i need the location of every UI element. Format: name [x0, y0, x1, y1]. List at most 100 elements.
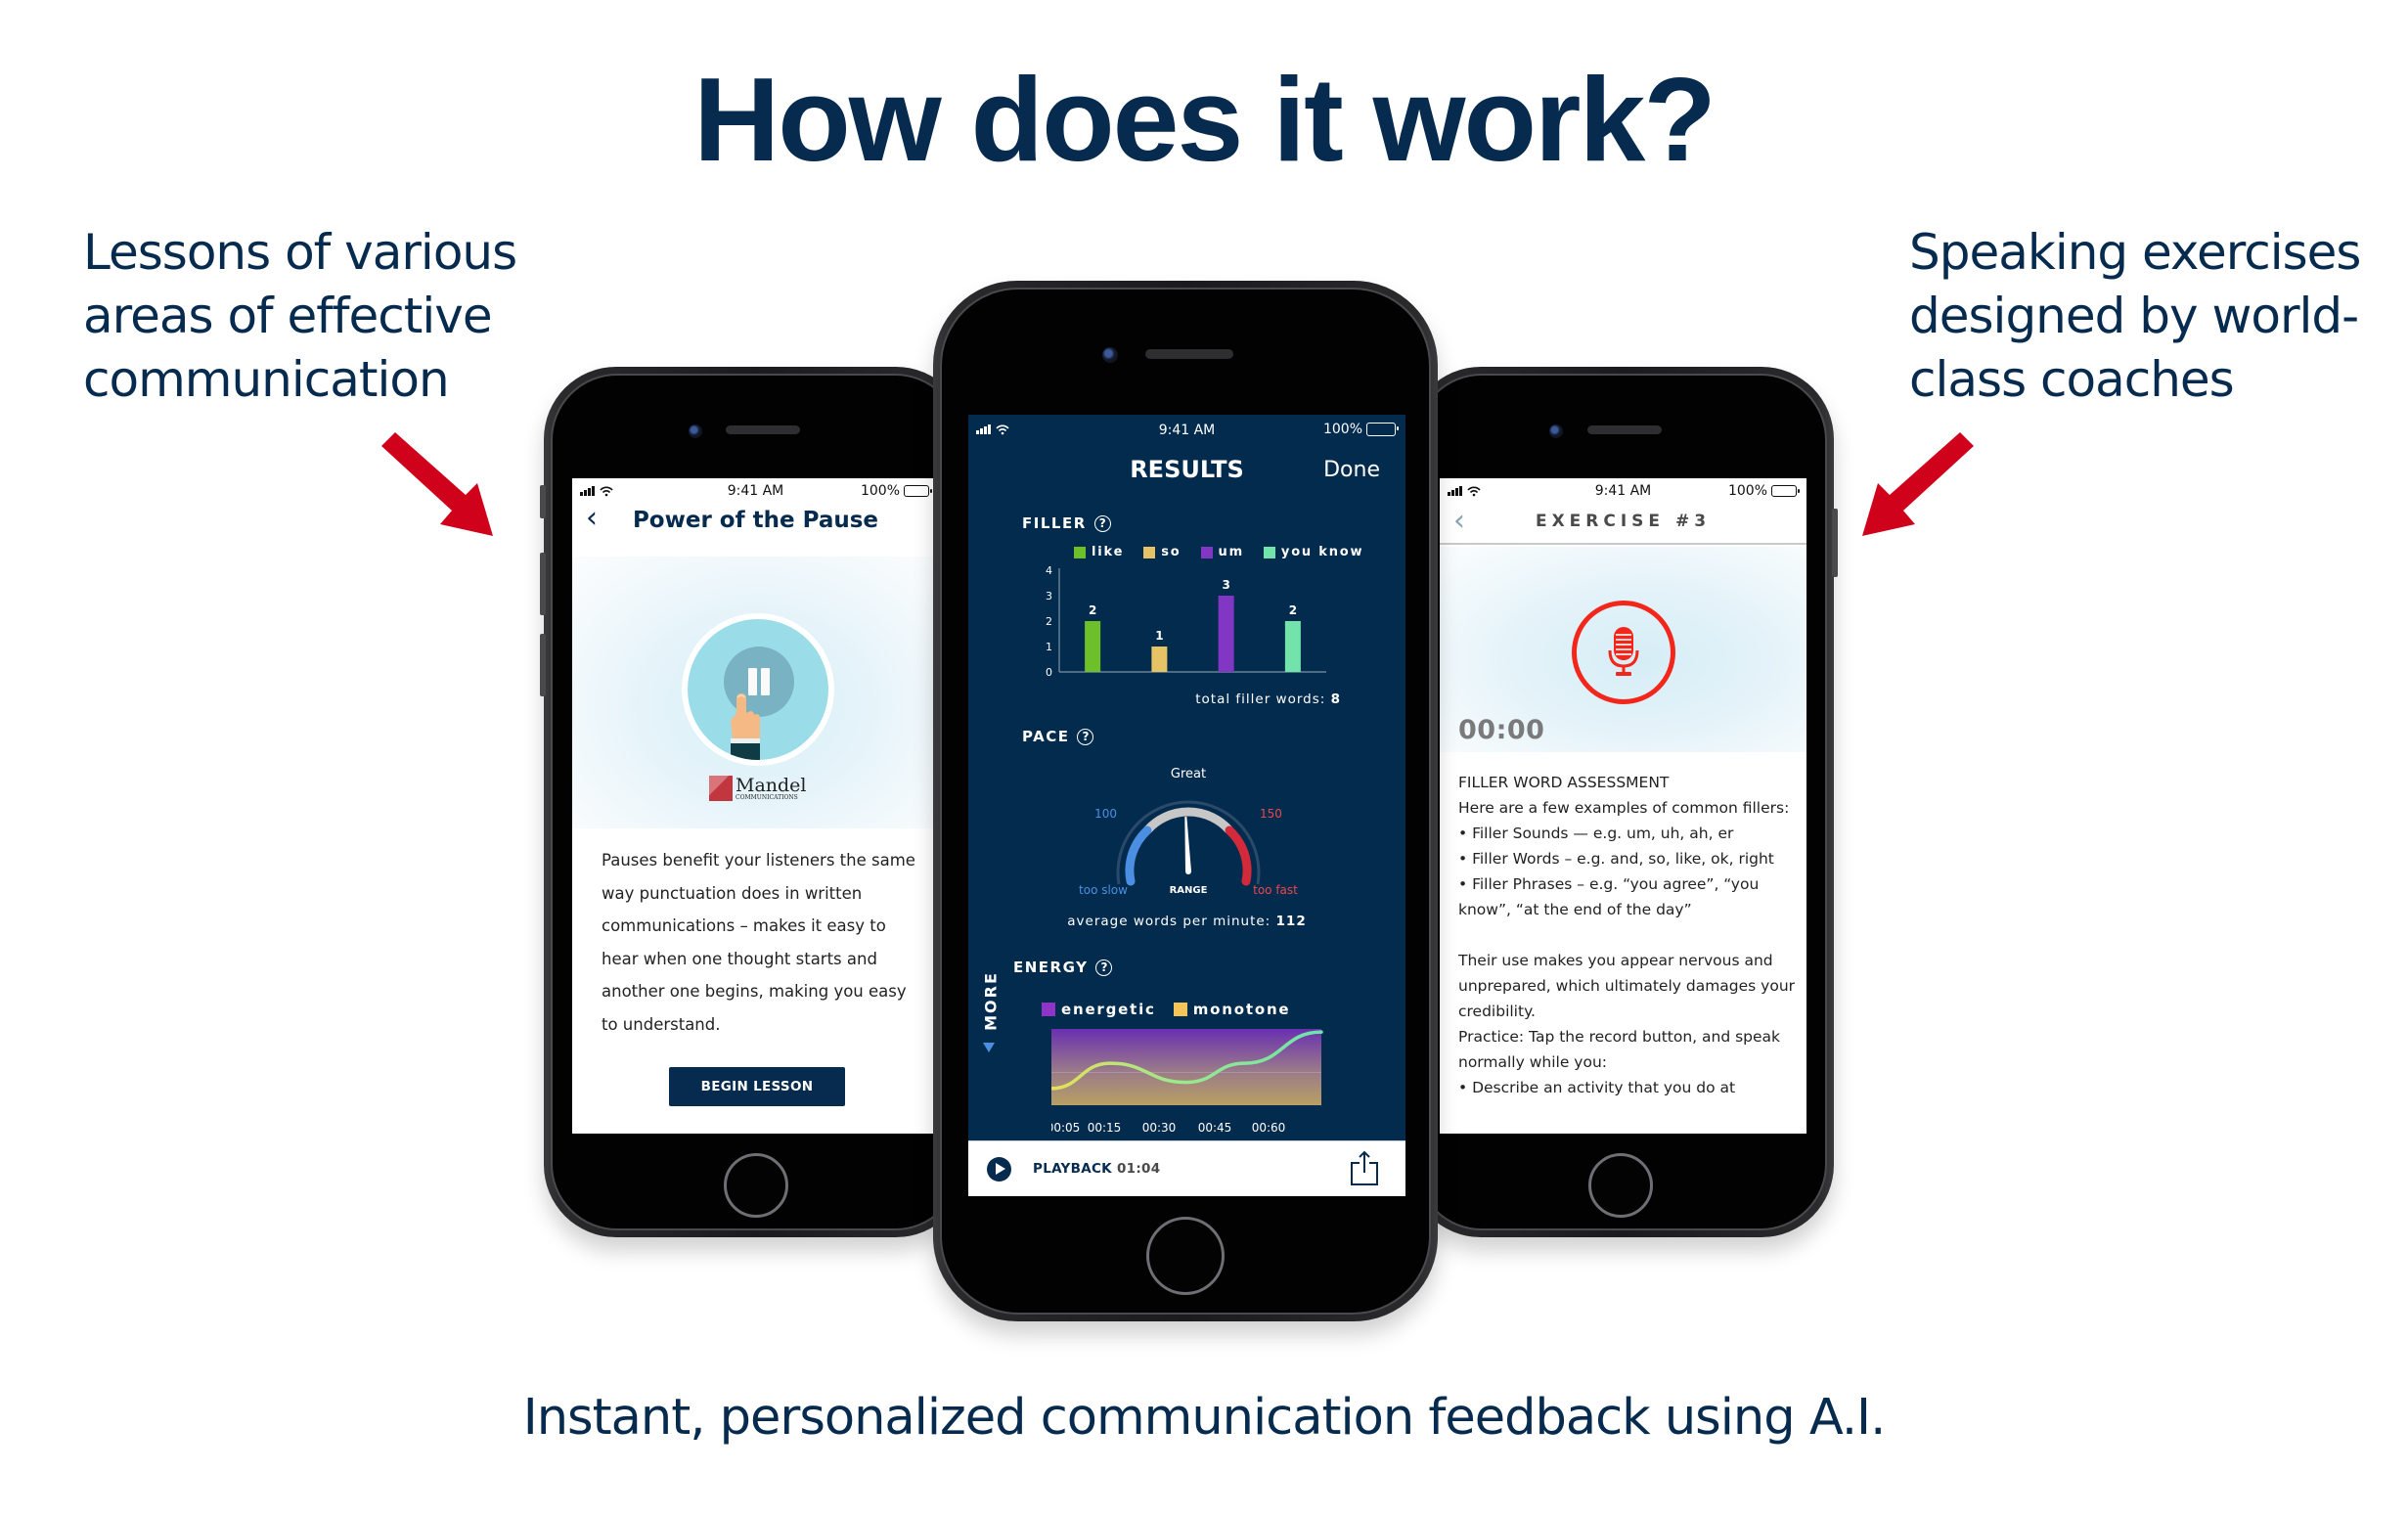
lesson-screen: 9:41 AM 100% ‹ Power of the Pause Mandel	[572, 478, 939, 1134]
begin-lesson-button[interactable]: BEGIN LESSON	[669, 1067, 845, 1106]
total-filler-label: total filler words:	[1195, 692, 1326, 707]
exercise-hero: 00:00	[1440, 547, 1806, 752]
gauge-range-label: RANGE	[1170, 885, 1208, 896]
pointing-hand-icon	[731, 693, 760, 760]
legend-label: monotone	[1192, 1001, 1291, 1018]
battery: 100%	[861, 483, 932, 499]
legend-swatch	[1143, 546, 1156, 558]
legend-swatch	[1042, 1003, 1055, 1016]
left-callout-line: Lessons of various	[83, 224, 517, 281]
legend-swatch	[1173, 1003, 1187, 1016]
legend-label: energetic	[1061, 1001, 1156, 1018]
arrow-down-right-icon	[381, 432, 493, 536]
logo-subtitle: COMMUNICATIONS	[736, 793, 798, 801]
legend-item-energetic: energetic	[1042, 1001, 1156, 1018]
volume-up-button	[540, 553, 546, 615]
help-icon[interactable]: ?	[1093, 514, 1111, 532]
recording-timer: 00:00	[1458, 715, 1545, 745]
legend-swatch	[1263, 546, 1275, 558]
caption: Instant, personalized communication feed…	[522, 1389, 1887, 1447]
record-button[interactable]	[1572, 601, 1675, 704]
battery: 100%	[1323, 422, 1399, 437]
speaker-grille	[1145, 349, 1233, 359]
home-button[interactable]	[1588, 1153, 1653, 1218]
speaker-grille	[726, 425, 800, 434]
page-title: How does it work?	[693, 53, 1717, 186]
gauge-too-slow: too slow	[1079, 883, 1128, 897]
lesson-title: Power of the Pause	[632, 508, 879, 533]
filler-label: FILLER	[1022, 514, 1087, 532]
battery-icon	[904, 485, 932, 497]
home-button[interactable]	[1146, 1217, 1225, 1295]
energy-line-chart: 00:05 00:15 00:30 00:45 00:60	[1051, 1029, 1323, 1135]
caret-down-icon	[983, 1043, 995, 1052]
energy-label: ENERGY	[1013, 959, 1089, 976]
home-button[interactable]	[724, 1153, 788, 1218]
filler-section-label: FILLER ?	[1022, 514, 1111, 532]
help-icon[interactable]: ?	[1077, 728, 1094, 745]
gauge-too-fast: too fast	[1253, 883, 1298, 897]
instructions-intro: Here are a few examples of common filler…	[1458, 799, 1790, 817]
legend-label: you know	[1280, 545, 1364, 559]
play-button[interactable]	[987, 1157, 1011, 1182]
y-tick-label: 3	[1046, 590, 1052, 602]
y-tick-label: 1	[1046, 641, 1052, 653]
bar-um	[1218, 596, 1234, 672]
side-button	[540, 485, 546, 518]
bar-value-label: 2	[1289, 603, 1297, 617]
gauge-high-value: 150	[1260, 807, 1282, 821]
share-icon[interactable]	[1350, 1149, 1379, 1186]
instructions-practice: Practice: Tap the record button, and spe…	[1458, 1028, 1781, 1071]
left-callout-line: communication	[83, 351, 450, 408]
legend-item: like	[1074, 545, 1124, 559]
battery-icon	[1771, 485, 1800, 497]
power-button	[1832, 509, 1838, 577]
lesson-hero: Mandel COMMUNICATIONS	[572, 557, 939, 828]
right-callout-line: Speaking exercises	[1909, 224, 2361, 281]
y-tick-label: 4	[1046, 564, 1052, 577]
playback-time: 01:04	[1116, 1161, 1161, 1177]
filler-bar-chart: 0 1 2 3 4 2 1 3 2	[1046, 564, 1326, 679]
lesson-description: Pauses benefit your listeners the same w…	[602, 851, 915, 1034]
y-tick-label: 0	[1046, 666, 1052, 679]
legend-swatch	[1200, 546, 1213, 558]
battery-icon	[1366, 423, 1399, 436]
status-bar: 9:41 AM 100%	[968, 415, 1405, 444]
battery-percent: 100%	[1727, 483, 1767, 499]
filler-legend: like so um you know	[1074, 545, 1363, 559]
exercise-screen: 9:41 AM 100% ‹ EXERCISE #3 00:00 FILLER …	[1440, 478, 1806, 1134]
results-screen: 9:41 AM 100% RESULTS Done FILLER ? like s…	[968, 415, 1405, 1196]
right-callout-line: designed by world-	[1909, 288, 2359, 344]
bar-like	[1085, 621, 1101, 672]
mandel-logo-mark	[709, 776, 733, 801]
help-icon[interactable]: ?	[1095, 959, 1113, 976]
total-filler-value: 8	[1330, 692, 1341, 707]
total-filler-words: total filler words: 8	[1195, 692, 1341, 707]
volume-down-button	[540, 634, 546, 696]
bar-you-know	[1284, 621, 1301, 672]
gauge-range-arc	[1143, 807, 1233, 834]
pace-label: PACE	[1022, 728, 1070, 745]
legend-item: you know	[1263, 545, 1364, 559]
playback-label: PLAYBACK 01:04	[1033, 1161, 1160, 1177]
x-tick-label: 00:15	[1088, 1121, 1122, 1135]
average-wpm: average words per minute: 112	[968, 914, 1405, 929]
front-camera-icon	[689, 424, 702, 438]
speaker-grille	[1587, 425, 1662, 434]
pause-illustration	[682, 613, 834, 766]
more-label: MORE	[981, 971, 1001, 1031]
gauge-slow-arc	[1125, 825, 1152, 886]
instructions-heading: FILLER WORD ASSESSMENT	[1458, 774, 1670, 791]
playback-bar: PLAYBACK 01:04	[968, 1140, 1405, 1196]
legend-label: so	[1161, 545, 1182, 559]
exercise-header: ‹ EXERCISE #3	[1440, 504, 1806, 545]
wpm-value: 112	[1275, 914, 1307, 929]
instructions-bullet: • Filler Sounds — e.g. um, uh, ah, er	[1458, 825, 1734, 842]
done-button[interactable]: Done	[1323, 458, 1380, 482]
bar-value-label: 1	[1155, 629, 1163, 643]
more-tab[interactable]: MORE	[978, 962, 1001, 1052]
status-bar: 9:41 AM 100%	[572, 478, 939, 504]
pace-gauge: Great 100 150 too slow RANGE too fast	[1079, 767, 1298, 897]
legend-swatch	[1074, 546, 1086, 558]
left-callout: Lessons of various areas of effective co…	[83, 221, 631, 412]
